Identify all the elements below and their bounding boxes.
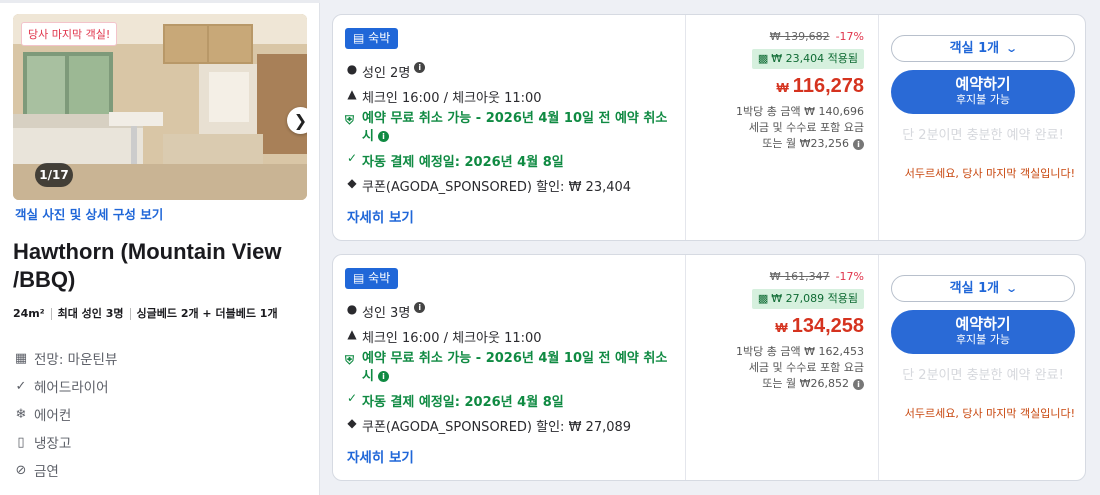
room-area: 24m² bbox=[13, 307, 45, 320]
chevron-right-icon[interactable]: ❯ bbox=[287, 107, 307, 134]
amenity-item: ✓ 헤어드라이어 bbox=[13, 376, 303, 397]
person-icon: ● bbox=[346, 302, 358, 316]
ticket-icon: ▩ bbox=[757, 52, 769, 65]
divider bbox=[685, 255, 686, 480]
room-photo[interactable]: 당사 마지막 객실! 1/17 ❯ bbox=[13, 14, 307, 200]
amenity-item: ▯ 냉장고 bbox=[13, 432, 303, 453]
info-icon[interactable]: i bbox=[377, 371, 389, 382]
checkin-icon: ▲ bbox=[347, 87, 357, 101]
amenity-item: ⊘ 금연 bbox=[13, 460, 303, 481]
check-icon: ✓ bbox=[15, 378, 27, 394]
info-icon[interactable]: i bbox=[377, 131, 389, 142]
amenity-label: 에어컨 bbox=[34, 408, 72, 424]
original-price: ₩ 161,347 -17% bbox=[769, 270, 864, 283]
offer-card: ▤ 숙박 ● 성인 2명 i ▲ 체크인 16:00 / 체크아웃 11:00 ⛨… bbox=[332, 14, 1086, 241]
coupon-row: ◆ 쿠폰(AGODA_SPONSORED) 할인: ₩ 23,404 bbox=[345, 176, 631, 195]
amenity-item: ▦ 전망: 마운틴뷰 bbox=[13, 348, 303, 369]
bed-icon: ▤ bbox=[353, 31, 369, 45]
shield-check-icon: ⛨ bbox=[345, 353, 355, 367]
divider bbox=[685, 15, 686, 240]
check-icon: ✓ bbox=[346, 151, 358, 165]
quick-booking-note: 단 2분이면 충분한 예약 완료! bbox=[902, 128, 1064, 143]
last-room-badge: 당사 마지막 객실! bbox=[21, 22, 118, 46]
auto-pay-row: ✓ 자동 결제 예정일: 2026년 4월 8일 bbox=[346, 391, 564, 410]
chevron-down-icon: ⌄ bbox=[1005, 282, 1019, 295]
stay-type-badge: ▤ 숙박 bbox=[345, 28, 399, 49]
more-details-link[interactable]: 자세히 보기 bbox=[347, 206, 414, 226]
book-button[interactable]: 예약하기 후지불 가능 bbox=[891, 310, 1075, 354]
shield-check-icon: ⛨ bbox=[345, 113, 355, 127]
room-count-select[interactable]: 객실 1개 ⌄ bbox=[891, 275, 1075, 302]
book-button[interactable]: 예약하기 후지불 가능 bbox=[891, 70, 1075, 114]
discount-percent: -17% bbox=[835, 270, 864, 283]
auto-pay-row: ✓ 자동 결제 예정일: 2026년 4월 8일 bbox=[346, 151, 564, 170]
discount-percent: -17% bbox=[835, 30, 864, 43]
coupon-row: ◆ 쿠폰(AGODA_SPONSORED) 할인: ₩ 27,089 bbox=[345, 416, 631, 435]
info-icon[interactable]: i bbox=[414, 62, 426, 73]
guests-row: ● 성인 3명 i bbox=[345, 302, 426, 321]
bed-config: 싱글베드 2개 + 더블베드 1개 bbox=[136, 307, 278, 320]
guests-row: ● 성인 2명 i bbox=[345, 62, 426, 81]
original-price: ₩ 139,682 -17% bbox=[769, 30, 864, 43]
divider bbox=[50, 308, 52, 320]
amenity-label: 전망: 마운틴뷰 bbox=[34, 352, 118, 368]
divider bbox=[0, 0, 320, 3]
ticket-icon: ▩ bbox=[757, 292, 769, 305]
amenity-label: 헤어드라이어 bbox=[34, 380, 109, 396]
free-cancel-note: ⛨ 예약 무료 취소 가능 - 2026년 4월 10일 전 예약 취소 시i bbox=[345, 351, 668, 384]
divider bbox=[129, 308, 131, 320]
room-title: Hawthorn (Mountain View /BBQ) bbox=[13, 239, 282, 292]
max-occupancy: 최대 성인 3명 bbox=[57, 307, 124, 320]
urgency-message: 서두르세요, 당사 마지막 객실입니다! bbox=[904, 167, 1075, 180]
person-icon: ● bbox=[346, 62, 358, 76]
divider bbox=[878, 255, 879, 480]
room-specs: 24m² 최대 성인 3명 싱글베드 2개 + 더블베드 1개 bbox=[13, 305, 303, 322]
no-smoking-icon: ⊘ bbox=[15, 462, 27, 478]
photo-counter: 1/17 bbox=[35, 163, 73, 187]
checkin-icon: ▲ bbox=[347, 327, 357, 341]
info-icon[interactable]: i bbox=[853, 138, 864, 150]
divider bbox=[878, 15, 879, 240]
quick-booking-note: 단 2분이면 충분한 예약 완료! bbox=[902, 368, 1064, 383]
coupon-applied-tag: ▩ ₩ 27,089 적용됨 bbox=[751, 289, 864, 309]
room-info-panel: 당사 마지막 객실! 1/17 ❯ 객실 사진 및 상세 구성 보기 Hawth… bbox=[0, 0, 320, 495]
coupon-applied-tag: ▩ ₩ 23,404 적용됨 bbox=[751, 49, 864, 69]
fridge-icon: ▯ bbox=[17, 434, 25, 450]
price-note: 1박당 총 금액 ₩ 140,696 세금 및 수수료 포함 요금 또는 월 ₩… bbox=[736, 105, 864, 150]
bed-icon: ▤ bbox=[353, 271, 369, 285]
room-count-select[interactable]: 객실 1개 ⌄ bbox=[891, 35, 1075, 62]
final-price: ₩116,278 bbox=[776, 75, 864, 97]
amenity-label: 금연 bbox=[34, 464, 59, 480]
price-note: 1박당 총 금액 ₩ 162,453 세금 및 수수료 포함 요금 또는 월 ₩… bbox=[736, 345, 864, 390]
amenity-label: 냉장고 bbox=[34, 436, 72, 452]
checkin-row: ▲ 체크인 16:00 / 체크아웃 11:00 bbox=[345, 87, 541, 106]
amenity-item: ❄ 에어컨 bbox=[13, 404, 303, 425]
check-icon: ✓ bbox=[346, 391, 358, 405]
more-details-link[interactable]: 자세히 보기 bbox=[347, 446, 414, 466]
room-photos-link[interactable]: 객실 사진 및 상세 구성 보기 bbox=[15, 204, 163, 223]
offer-card: ▤ 숙박 ● 성인 3명 i ▲ 체크인 16:00 / 체크아웃 11:00 ⛨… bbox=[332, 254, 1086, 481]
snowflake-icon: ❄ bbox=[15, 406, 27, 422]
info-icon[interactable]: i bbox=[853, 378, 864, 390]
mountain-view-icon: ▦ bbox=[14, 350, 28, 366]
tag-icon: ◆ bbox=[347, 176, 357, 190]
final-price: ₩134,258 bbox=[775, 315, 864, 337]
page-frame: 당사 마지막 객실! 1/17 ❯ 객실 사진 및 상세 구성 보기 Hawth… bbox=[0, 0, 1100, 495]
chevron-down-icon: ⌄ bbox=[1005, 42, 1019, 55]
checkin-row: ▲ 체크인 16:00 / 체크아웃 11:00 bbox=[345, 327, 541, 346]
tag-icon: ◆ bbox=[347, 416, 357, 430]
free-cancel-note: ⛨ 예약 무료 취소 가능 - 2026년 4월 10일 전 예약 취소 시i bbox=[345, 111, 668, 144]
info-icon[interactable]: i bbox=[414, 302, 426, 313]
stay-type-badge: ▤ 숙박 bbox=[345, 268, 399, 289]
urgency-message: 서두르세요, 당사 마지막 객실입니다! bbox=[904, 407, 1075, 420]
